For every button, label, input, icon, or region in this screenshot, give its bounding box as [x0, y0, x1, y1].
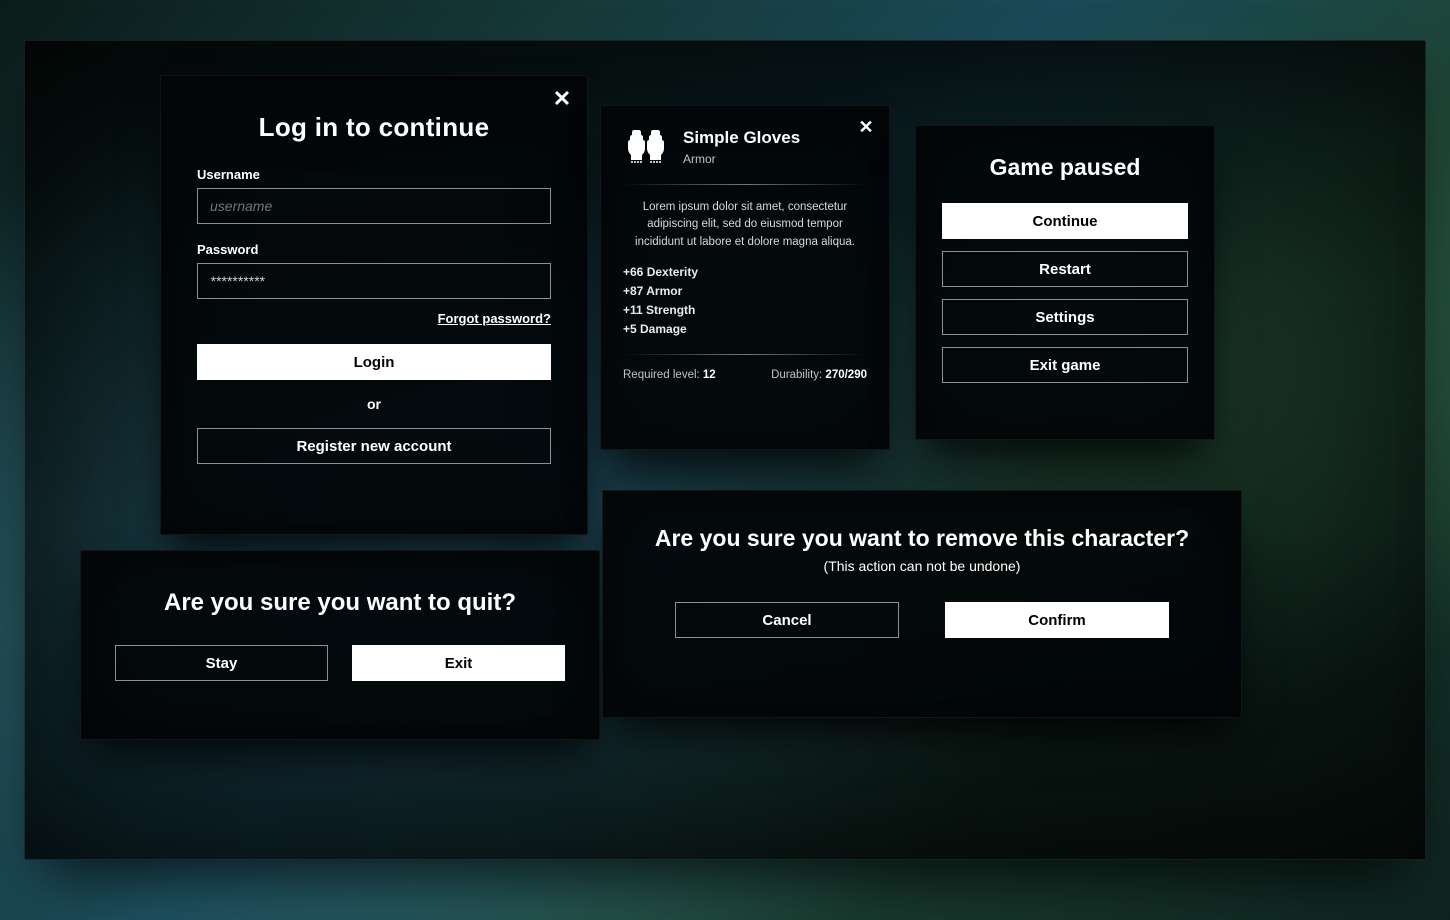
username-label: Username: [197, 167, 551, 182]
item-stat: +66 Dexterity: [623, 263, 867, 282]
login-or-divider: or: [197, 396, 551, 412]
quit-confirm-panel: Are you sure you want to quit? Stay Exit: [80, 550, 600, 740]
password-label: Password: [197, 242, 551, 257]
remove-subtitle: (This action can not be undone): [645, 558, 1199, 574]
gloves-icon: [623, 124, 669, 170]
close-icon[interactable]: ✕: [551, 88, 573, 110]
register-button[interactable]: Register new account: [197, 428, 551, 464]
pause-title: Game paused: [942, 154, 1188, 181]
settings-button[interactable]: Settings: [942, 299, 1188, 335]
item-stat: +5 Damage: [623, 320, 867, 339]
item-category: Armor: [683, 152, 800, 166]
divider: [623, 184, 867, 185]
exit-button[interactable]: Exit: [352, 645, 565, 681]
item-stat: +11 Strength: [623, 301, 867, 320]
item-required-level: Required level: 12: [623, 369, 716, 381]
item-stat: +87 Armor: [623, 282, 867, 301]
item-stats: +66 Dexterity +87 Armor +11 Strength +5 …: [623, 263, 867, 340]
forgot-password-link[interactable]: Forgot password?: [438, 311, 551, 326]
password-input[interactable]: [197, 263, 551, 299]
exit-game-button[interactable]: Exit game: [942, 347, 1188, 383]
remove-character-panel: Are you sure you want to remove this cha…: [602, 490, 1242, 718]
login-panel: ✕ Log in to continue Username Password F…: [160, 75, 588, 535]
item-tooltip-panel: ✕ Simple Gloves Armor Lorem ipsum dolor …: [600, 105, 890, 450]
restart-button[interactable]: Restart: [942, 251, 1188, 287]
stay-button[interactable]: Stay: [115, 645, 328, 681]
cancel-button[interactable]: Cancel: [675, 602, 899, 638]
divider: [623, 354, 867, 355]
username-input[interactable]: [197, 188, 551, 224]
continue-button[interactable]: Continue: [942, 203, 1188, 239]
item-description: Lorem ipsum dolor sit amet, consectetur …: [623, 199, 867, 251]
quit-title: Are you sure you want to quit?: [115, 589, 565, 617]
pause-menu-panel: Game paused Continue Restart Settings Ex…: [915, 125, 1215, 440]
close-icon[interactable]: ✕: [855, 116, 877, 138]
item-durability: Durability: 270/290: [771, 369, 867, 381]
remove-title: Are you sure you want to remove this cha…: [645, 525, 1199, 552]
confirm-button[interactable]: Confirm: [945, 602, 1169, 638]
login-title: Log in to continue: [197, 112, 551, 143]
login-button[interactable]: Login: [197, 344, 551, 380]
item-name: Simple Gloves: [683, 128, 800, 148]
